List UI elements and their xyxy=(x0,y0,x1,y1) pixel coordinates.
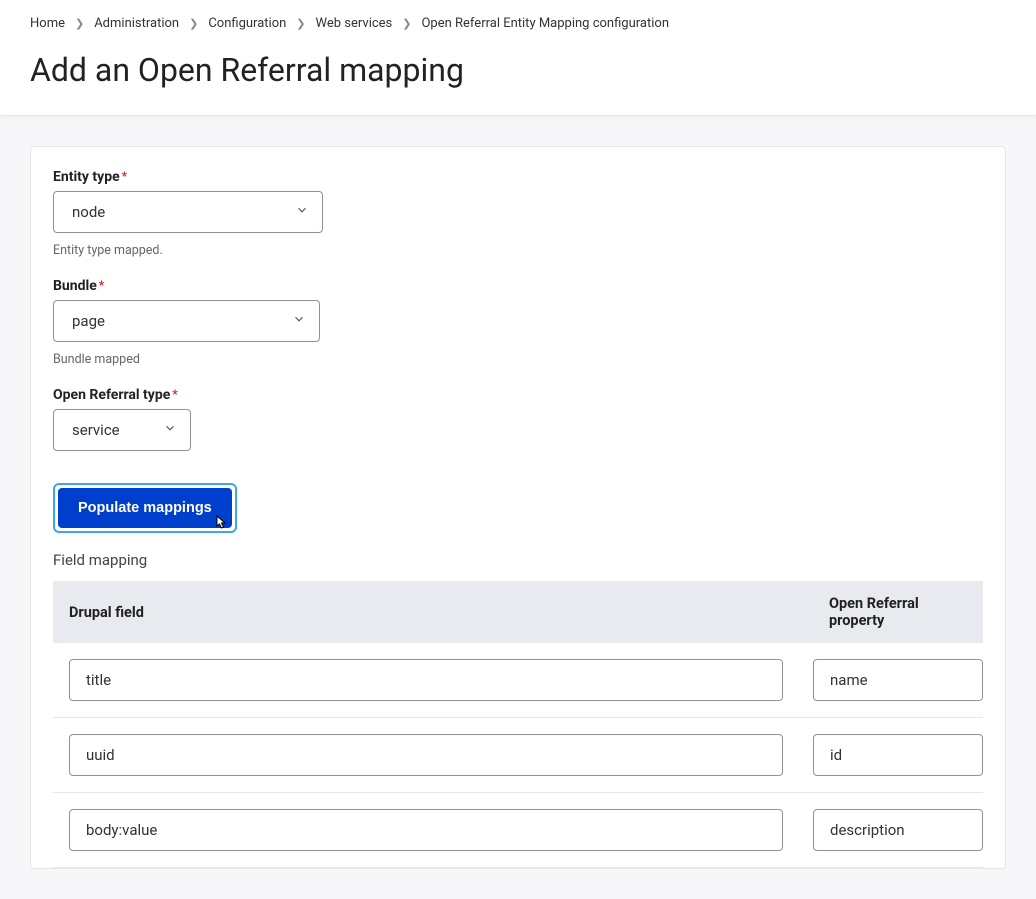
drupal-field-select[interactable]: uuid xyxy=(69,734,783,776)
bundle-label: Bundle* xyxy=(53,278,104,294)
bundle-select[interactable]: page xyxy=(53,300,320,342)
entity-type-description: Entity type mapped. xyxy=(53,243,983,258)
drupal-field-select[interactable]: title xyxy=(69,659,783,701)
required-indicator: * xyxy=(172,387,177,401)
page-title: Add an Open Referral mapping xyxy=(30,51,1006,89)
breadcrumb-home[interactable]: Home xyxy=(30,16,65,31)
populate-button-focus-ring: Populate mappings xyxy=(53,483,237,533)
breadcrumb-administration[interactable]: Administration xyxy=(94,16,179,31)
breadcrumb-web-services[interactable]: Web services xyxy=(316,16,393,31)
table-row: body:value description xyxy=(53,793,983,868)
drupal-field-select[interactable]: body:value xyxy=(69,809,783,851)
or-type-field: Open Referral type* service xyxy=(53,387,983,451)
table-row: uuid id xyxy=(53,718,983,793)
required-indicator: * xyxy=(122,169,127,183)
chevron-right-icon: ❯ xyxy=(75,17,84,30)
entity-type-field: Entity type* node Entity type mapped. xyxy=(53,169,983,258)
or-type-label: Open Referral type* xyxy=(53,387,178,403)
entity-type-select[interactable]: node xyxy=(53,191,323,233)
breadcrumb: Home ❯ Administration ❯ Configuration ❯ … xyxy=(0,0,1036,41)
or-property-select[interactable]: description xyxy=(813,809,983,851)
bundle-description: Bundle mapped xyxy=(53,352,983,367)
chevron-right-icon: ❯ xyxy=(296,17,305,30)
chevron-right-icon: ❯ xyxy=(402,17,411,30)
entity-type-label: Entity type* xyxy=(53,169,127,185)
populate-mappings-button[interactable]: Populate mappings xyxy=(58,488,232,528)
field-mapping-table: Drupal field Open Referral property titl… xyxy=(53,581,983,868)
table-row: title name xyxy=(53,643,983,718)
or-type-select[interactable]: service xyxy=(53,409,191,451)
table-header-or: Open Referral property xyxy=(813,581,983,643)
required-indicator: * xyxy=(99,278,104,292)
breadcrumb-current: Open Referral Entity Mapping configurati… xyxy=(421,16,669,31)
or-property-select[interactable]: name xyxy=(813,659,983,701)
form-card: Entity type* node Entity type mapped. Bu… xyxy=(30,146,1006,869)
chevron-right-icon: ❯ xyxy=(189,17,198,30)
or-property-select[interactable]: id xyxy=(813,734,983,776)
bundle-field: Bundle* page Bundle mapped xyxy=(53,278,983,367)
breadcrumb-configuration[interactable]: Configuration xyxy=(208,16,286,31)
table-header-drupal: Drupal field xyxy=(53,581,813,643)
page-header: Add an Open Referral mapping xyxy=(0,41,1036,116)
field-mapping-legend: Field mapping xyxy=(53,551,983,569)
content-region: Entity type* node Entity type mapped. Bu… xyxy=(0,116,1036,899)
